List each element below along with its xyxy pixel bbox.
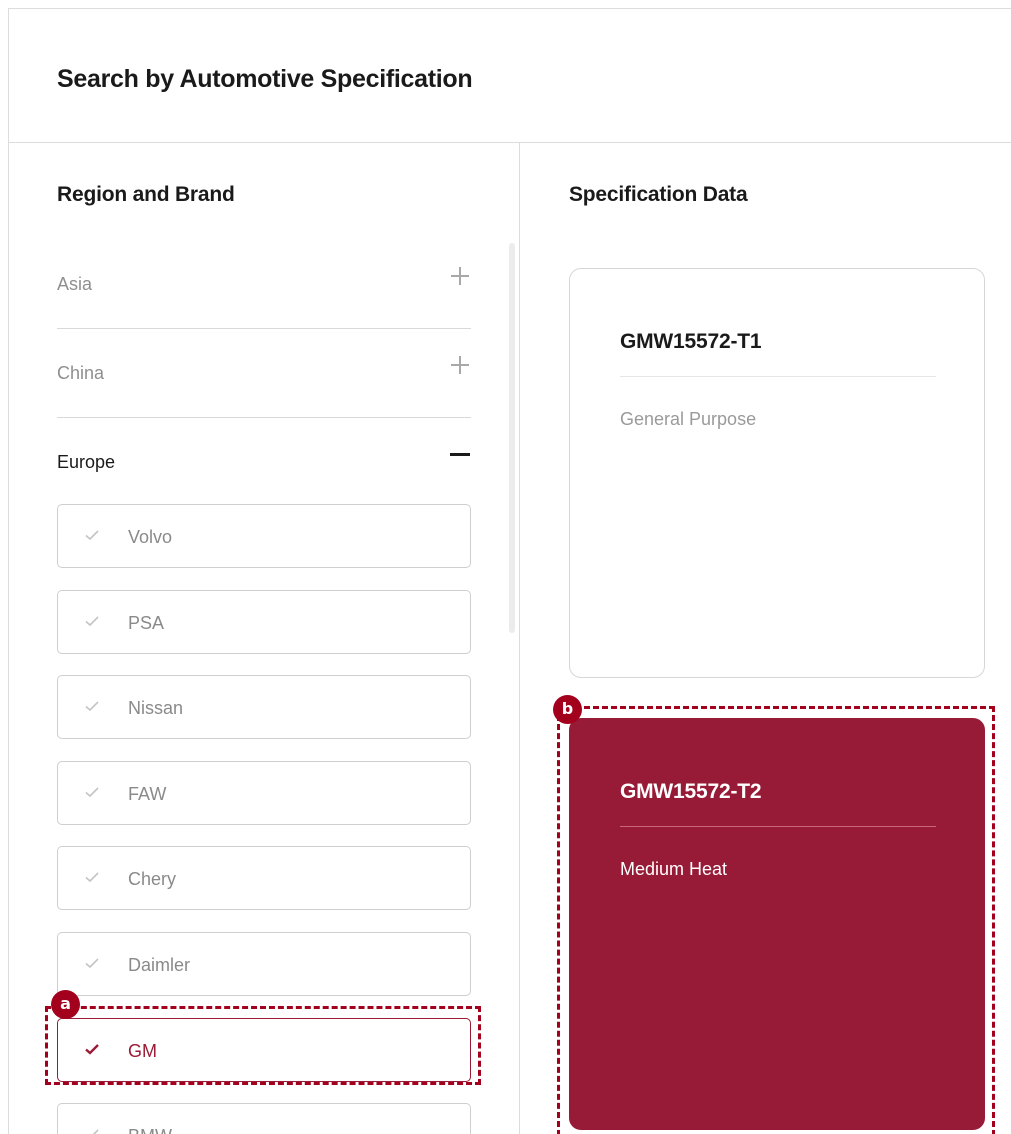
- brand-label: BMW: [128, 1126, 172, 1134]
- brand-label: FAW: [128, 784, 167, 804]
- region-brand-title: Region and Brand: [57, 183, 235, 206]
- spec-card-title: GMW15572-T1: [620, 330, 762, 353]
- region-item-europe[interactable]: Europe: [57, 418, 471, 507]
- brand-item-volvo[interactable]: Volvo: [57, 504, 471, 568]
- region-label: Asia: [57, 274, 93, 294]
- callout-badge-b: b: [553, 695, 582, 724]
- brand-label: Chery: [128, 869, 177, 889]
- check-icon: [84, 698, 100, 714]
- callout-badge-a: a: [51, 990, 80, 1019]
- brand-item-faw[interactable]: FAW: [57, 761, 471, 825]
- spec-card-t1[interactable]: GMW15572-T1 General Purpose: [569, 268, 985, 678]
- check-icon: [84, 613, 100, 629]
- brand-item-chery[interactable]: Chery: [57, 846, 471, 910]
- region-item-asia[interactable]: Asia: [57, 240, 471, 329]
- column-divider: [519, 143, 520, 1134]
- brand-item-psa[interactable]: PSA: [57, 590, 471, 654]
- check-icon: [84, 784, 100, 800]
- brand-label: Volvo: [128, 527, 173, 547]
- region-label: Europe: [57, 452, 116, 472]
- page-header: Search by Automotive Specification: [9, 9, 1011, 143]
- brand-label: Daimler: [128, 955, 191, 975]
- spec-card-divider: [620, 376, 936, 377]
- brand-item-daimler[interactable]: Daimler: [57, 932, 471, 996]
- brand-label: PSA: [128, 613, 165, 633]
- page-title: Search by Automotive Specification: [57, 65, 473, 93]
- check-icon: [84, 1126, 100, 1134]
- left-panel-scrollbar[interactable]: [509, 243, 515, 633]
- plus-icon[interactable]: [451, 266, 471, 286]
- region-label: China: [57, 363, 105, 383]
- specification-data-title: Specification Data: [569, 183, 748, 206]
- brand-item-nissan[interactable]: Nissan: [57, 675, 471, 739]
- brand-item-bmw[interactable]: BMW: [57, 1103, 471, 1134]
- brand-label: Nissan: [128, 698, 184, 718]
- spec-card-description: General Purpose: [620, 409, 757, 429]
- check-icon: [84, 869, 100, 885]
- callout-box-b: [557, 706, 995, 1134]
- callout-box-a: [45, 1006, 481, 1085]
- minus-icon[interactable]: [450, 444, 471, 464]
- check-icon: [84, 527, 100, 543]
- check-icon: [84, 955, 100, 971]
- region-item-china[interactable]: China: [57, 329, 471, 418]
- plus-icon[interactable]: [451, 355, 471, 375]
